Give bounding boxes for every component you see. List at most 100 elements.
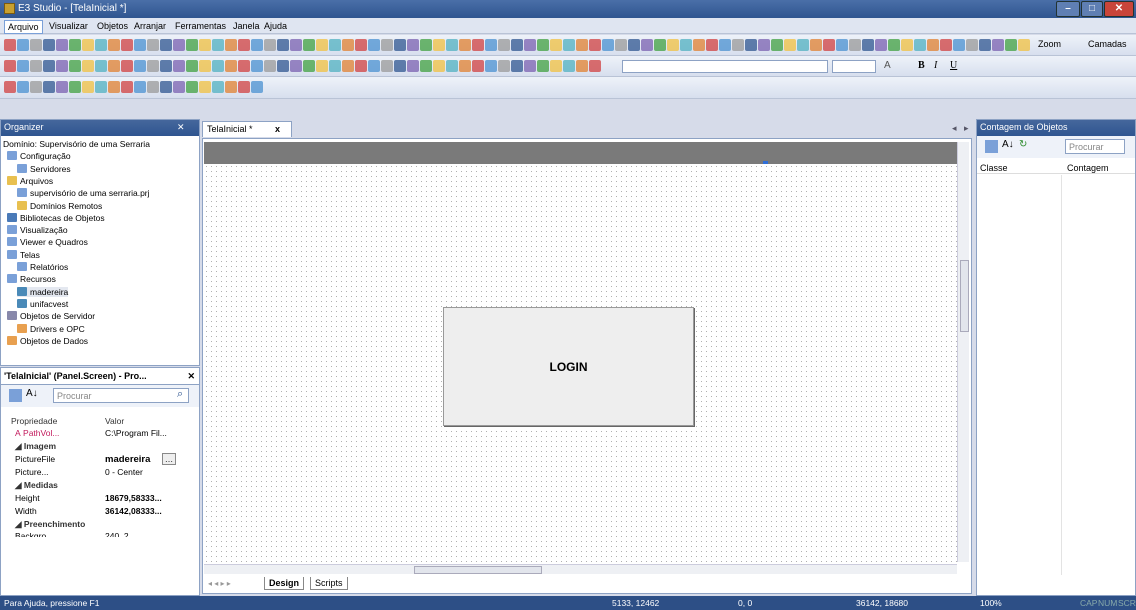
toolbar-tool-icon[interactable] [615, 39, 627, 51]
menu-ferramentas[interactable]: Ferramentas [172, 20, 229, 32]
toolbar-tool-icon[interactable] [485, 60, 497, 72]
toolbar-tool-icon[interactable] [4, 81, 16, 93]
pictureposition-prop[interactable]: Picture... [15, 467, 49, 477]
toolbar-tool-icon[interactable] [108, 60, 120, 72]
toolbar-tool-icon[interactable] [953, 39, 965, 51]
toolbar-tool-icon[interactable] [537, 39, 549, 51]
tree-item[interactable]: Objetos de Dados [7, 335, 88, 346]
toolbar-tool-icon[interactable] [251, 60, 263, 72]
width-prop[interactable]: Width [15, 506, 37, 516]
toolbar-tool-icon[interactable] [43, 39, 55, 51]
tree-item[interactable]: Servidores [17, 163, 71, 174]
toolbar-tool-icon[interactable] [446, 39, 458, 51]
toolbar-tool-icon[interactable] [472, 60, 484, 72]
toolbar-tool-icon[interactable] [121, 60, 133, 72]
toolbar-tool-icon[interactable] [888, 39, 900, 51]
toolbar-tool-icon[interactable] [485, 39, 497, 51]
toolbar-tool-icon[interactable] [719, 39, 731, 51]
pathvol-prop[interactable]: A PathVol... [15, 428, 59, 438]
toolbar-tool-icon[interactable] [108, 81, 120, 93]
toolbar-tool-icon[interactable] [212, 39, 224, 51]
properties-search-input[interactable]: Procurar [53, 388, 189, 403]
toolbar-tool-icon[interactable] [121, 81, 133, 93]
toolbar-tool-icon[interactable] [225, 81, 237, 93]
tree-item[interactable]: Domínio: Supervisório de uma Serraria [3, 139, 150, 149]
toolbar-tool-icon[interactable] [303, 39, 315, 51]
toolbar-tool-icon[interactable] [199, 60, 211, 72]
tree-item[interactable]: Visualização [7, 225, 68, 235]
toolbar-tool-icon[interactable] [628, 39, 640, 51]
categorized-icon[interactable] [9, 389, 22, 402]
underline-button[interactable]: U [950, 60, 957, 71]
toolbar-tool-icon[interactable] [446, 60, 458, 72]
toolbar-tool-icon[interactable] [940, 39, 952, 51]
toolbar-tool-icon[interactable] [745, 39, 757, 51]
toolbar-tool-icon[interactable] [173, 39, 185, 51]
toolbar-tool-icon[interactable] [472, 39, 484, 51]
toolbar-tool-icon[interactable] [69, 39, 81, 51]
toolbar-tool-icon[interactable] [121, 39, 133, 51]
toolbar-tool-icon[interactable] [1018, 39, 1030, 51]
toolbar-tool-icon[interactable] [433, 60, 445, 72]
toolbar-tool-icon[interactable] [4, 39, 16, 51]
italic-button[interactable]: I [934, 60, 937, 71]
toolbar-tool-icon[interactable] [160, 39, 172, 51]
toolbar-tool-icon[interactable] [82, 60, 94, 72]
toolbar-tool-icon[interactable] [368, 60, 380, 72]
toolbar-tool-icon[interactable] [459, 60, 471, 72]
toolbar-tool-icon[interactable] [498, 39, 510, 51]
toolbar-tool-icon[interactable] [914, 39, 926, 51]
toolbar-tool-icon[interactable] [810, 39, 822, 51]
toolbar-tool-icon[interactable] [225, 39, 237, 51]
tree-item[interactable]: Recursos [7, 274, 56, 284]
toolbar-tool-icon[interactable] [433, 39, 445, 51]
toolbar-tool-icon[interactable] [355, 60, 367, 72]
toolbar-tool-icon[interactable] [277, 39, 289, 51]
toolbar-tool-icon[interactable] [95, 39, 107, 51]
toolbar-tool-icon[interactable] [862, 39, 874, 51]
toolbar-tool-icon[interactable] [30, 81, 42, 93]
toolbar-tool-icon[interactable] [56, 39, 68, 51]
toolbar-tool-icon[interactable] [17, 60, 29, 72]
properties-close-icon[interactable]: ✕ [187, 371, 195, 382]
horizontal-scrollbar[interactable] [204, 564, 957, 574]
toolbar-tool-icon[interactable] [199, 39, 211, 51]
tree-item[interactable]: madereira [17, 286, 69, 297]
picturefile-prop[interactable]: PictureFile [15, 454, 55, 464]
toolbar-tool-icon[interactable] [849, 39, 861, 51]
toolbar-tool-icon[interactable] [160, 81, 172, 93]
toolbar-tool-icon[interactable] [147, 60, 159, 72]
toolbar-tool-icon[interactable] [498, 60, 510, 72]
toolbar-tool-icon[interactable] [147, 39, 159, 51]
height-prop[interactable]: Height [15, 493, 40, 503]
toolbar-tool-icon[interactable] [160, 60, 172, 72]
background-prop[interactable]: Backgro... [15, 531, 53, 537]
toolbar-tool-icon[interactable] [706, 39, 718, 51]
toolbar-tool-icon[interactable] [1005, 39, 1017, 51]
toolbar-tool-icon[interactable] [186, 81, 198, 93]
toolbar-tool-icon[interactable] [732, 39, 744, 51]
object-counter-search-input[interactable]: Procurar [1065, 139, 1125, 154]
toolbar-tool-icon[interactable] [511, 39, 523, 51]
view-tab-nav-icon[interactable]: ◂ ◂ ▸ ▸ [208, 579, 231, 588]
toolbar-tool-icon[interactable] [316, 39, 328, 51]
col-header-contagem[interactable]: Contagem [1067, 163, 1109, 173]
tab-scroll-left-icon[interactable]: ◂ [952, 123, 957, 134]
toolbar-tool-icon[interactable] [212, 60, 224, 72]
toolbar-tool-icon[interactable] [264, 39, 276, 51]
font-name-select[interactable] [622, 60, 828, 73]
toolbar-tool-icon[interactable] [82, 81, 94, 93]
tree-item[interactable]: Arquivos [7, 175, 53, 186]
tab-scroll-right-icon[interactable]: ▸ [964, 123, 969, 134]
group-preenchimento[interactable]: ◢ Preenchimento [15, 519, 85, 530]
toolbar-tool-icon[interactable] [355, 39, 367, 51]
picturefile-value[interactable]: madereira [105, 454, 150, 465]
toolbar-tool-icon[interactable] [537, 60, 549, 72]
toolbar-tool-icon[interactable] [875, 39, 887, 51]
toolbar-tool-icon[interactable] [43, 60, 55, 72]
toolbar-tool-icon[interactable] [134, 60, 146, 72]
menu-ajuda[interactable]: Ajuda [261, 20, 290, 32]
toolbar-tool-icon[interactable] [407, 39, 419, 51]
toolbar-tool-icon[interactable] [56, 60, 68, 72]
toolbar-tool-icon[interactable] [225, 60, 237, 72]
